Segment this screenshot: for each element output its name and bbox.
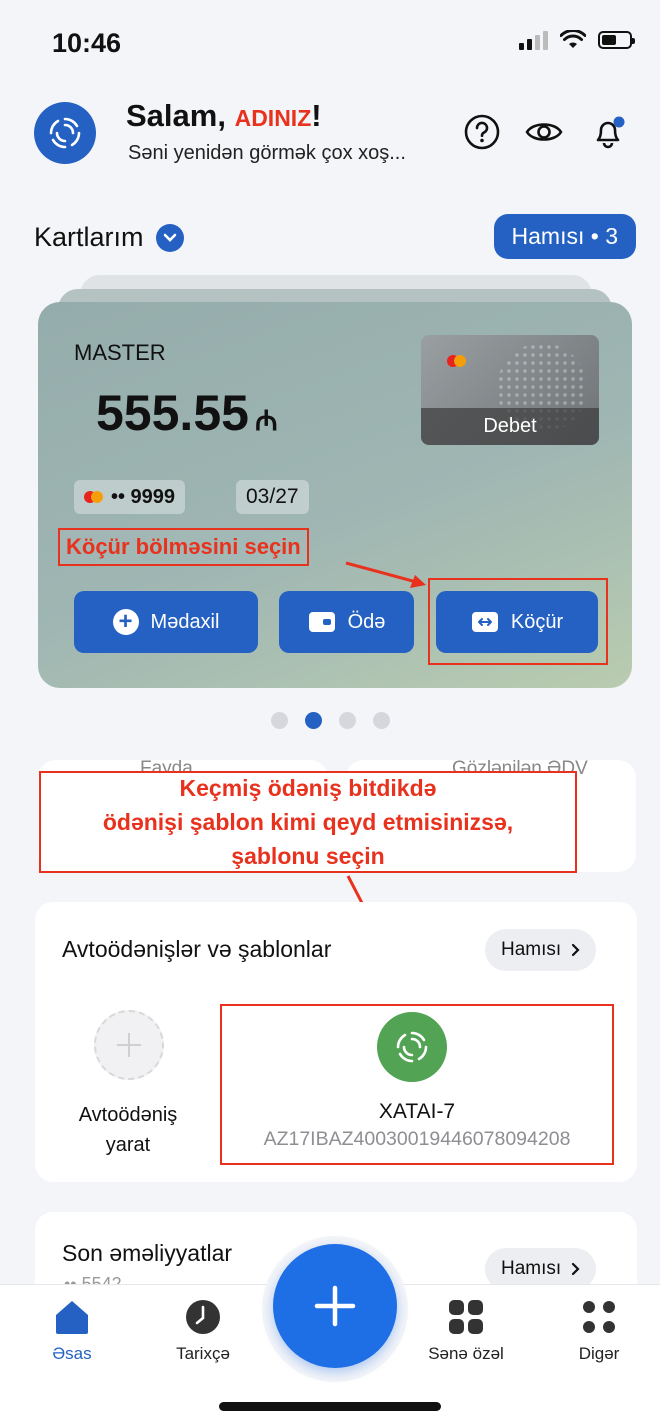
templates-all-label: Hamısı (501, 939, 562, 960)
nav-home-label: Əsas (52, 1344, 92, 1363)
cellular-signal-icon (519, 30, 548, 50)
card-thumbnail[interactable]: Debet (421, 335, 599, 445)
card-kind-label: Debet (421, 408, 599, 445)
chevron-down-icon[interactable] (155, 223, 184, 252)
masked-pan-text: •• 9999 (111, 485, 176, 508)
widgets-icon (449, 1300, 483, 1334)
nav-home[interactable]: Əsas (17, 1298, 127, 1364)
create-autopayment-label[interactable]: Avtoödəniş yarat (58, 1100, 198, 1160)
greeting: Salam, ADINIZ! (126, 98, 322, 134)
bank-logo-icon (49, 117, 81, 149)
wallet-icon (308, 612, 335, 632)
nav-for-you-label: Sənə özəl (428, 1344, 504, 1363)
wifi-icon (560, 30, 586, 48)
chevron-right-icon (572, 943, 580, 957)
carousel-dot[interactable] (270, 712, 288, 729)
nav-other[interactable]: Digər (544, 1298, 654, 1364)
all-cards-button[interactable]: Hamısı • 3 (493, 214, 636, 259)
eye-icon[interactable] (524, 112, 564, 152)
nav-history[interactable]: Tarixçə (148, 1298, 258, 1364)
cards-section-title[interactable]: Kartlarım (34, 222, 184, 253)
mastercard-logo-icon (447, 355, 466, 367)
more-dots-icon (583, 1301, 615, 1333)
help-icon[interactable] (462, 112, 502, 152)
pay-label: Ödə (347, 610, 386, 633)
greeting-exclaim: ! (311, 98, 322, 133)
create-label-line2: yarat (105, 1134, 151, 1156)
card-expiry: 03/27 (236, 480, 309, 514)
nav-for-you[interactable]: Sənə özəl (411, 1298, 521, 1364)
create-autopayment-button[interactable] (94, 1010, 164, 1080)
masked-card-number: •• 9999 (74, 480, 186, 514)
templates-title: Avtoödənişlər və şablonlar (62, 936, 332, 962)
plus-icon: + (112, 609, 139, 635)
carousel-dot[interactable] (372, 712, 390, 729)
greeting-subtitle: Səni yenidən görmək çox xoş... (128, 142, 406, 164)
status-time: 10:46 (52, 28, 122, 58)
mastercard-logo-icon (84, 491, 103, 503)
income-label: Mədaxil (150, 610, 220, 633)
currency-symbol: ₼ (254, 405, 278, 436)
nav-other-label: Digər (578, 1344, 620, 1363)
carousel-dots (0, 712, 660, 729)
template-hint-line3: şablonu seçin (231, 843, 385, 869)
status-icons (519, 30, 635, 50)
plus-icon (117, 1033, 141, 1057)
cards-title-text: Kartlarım (34, 222, 144, 252)
carousel-dot[interactable] (338, 712, 356, 729)
chevron-right-icon (572, 1262, 580, 1276)
template-highlight-box (220, 1004, 614, 1165)
home-indicator (219, 1402, 441, 1411)
template-hint-line1: Keçmiş ödəniş bitdikdə (179, 775, 437, 801)
recent-all-label: Hamısı (501, 1258, 562, 1279)
create-label-line1: Avtoödəniş (78, 1104, 178, 1126)
avatar[interactable] (34, 102, 96, 164)
greeting-text: Salam, (126, 98, 226, 133)
pay-button[interactable]: Ödə (279, 591, 414, 653)
quick-action-button[interactable] (273, 1244, 397, 1368)
income-button[interactable]: + Mədaxil (74, 591, 258, 653)
template-hint-line2: ödənişi şablon kimi qeyd etmisinizsə, (102, 809, 514, 835)
transfer-hint-annotation: Köçür bölməsini seçin (58, 528, 309, 566)
battery-icon (598, 31, 635, 49)
transfer-highlight-box (428, 578, 608, 665)
annotation-arrow (345, 561, 426, 588)
card-balance: 555.55 ₼ (96, 384, 278, 442)
templates-all-button[interactable]: Hamısı (485, 929, 597, 971)
clock-icon (186, 1300, 220, 1334)
recent-title: Son əməliyyatlar (62, 1240, 233, 1266)
nav-history-label: Tarixçə (176, 1344, 230, 1363)
plus-icon (314, 1285, 356, 1327)
card-type: MASTER (74, 340, 166, 365)
carousel-dot-active[interactable] (304, 712, 322, 729)
balance-value: 555.55 (96, 385, 249, 441)
template-hint-annotation: Keçmiş ödəniş bitdikdə ödənişi şablon ki… (39, 771, 577, 873)
notification-bell-icon[interactable] (588, 112, 628, 152)
home-icon (56, 1301, 88, 1334)
user-name: ADINIZ (234, 105, 312, 131)
